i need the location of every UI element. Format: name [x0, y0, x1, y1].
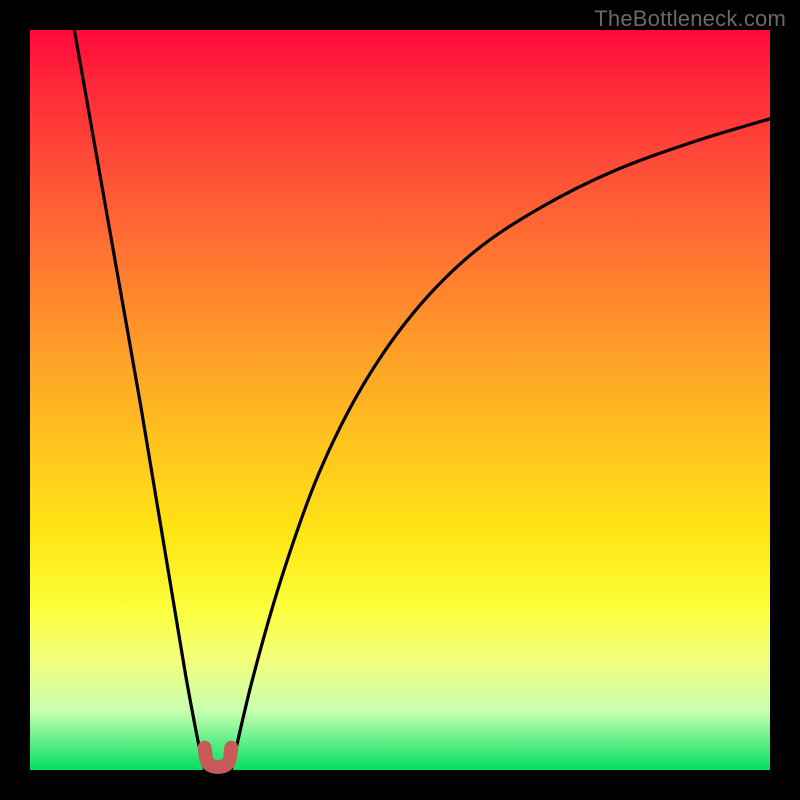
curve-notch: [205, 748, 232, 767]
bottleneck-curve: [30, 30, 770, 770]
plot-area: [30, 30, 770, 770]
chart-frame: TheBottleneck.com: [0, 0, 800, 800]
watermark-text: TheBottleneck.com: [594, 6, 786, 32]
curve-right-branch: [231, 119, 770, 770]
curve-left-branch: [74, 30, 204, 770]
